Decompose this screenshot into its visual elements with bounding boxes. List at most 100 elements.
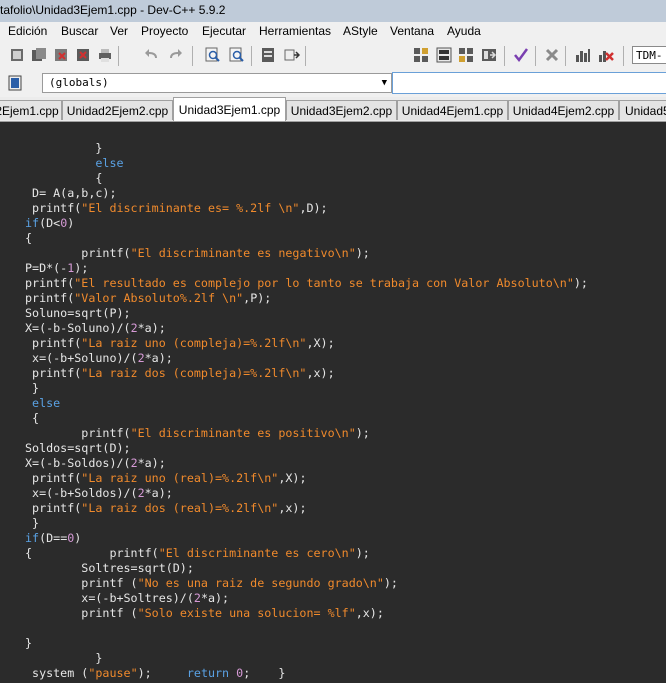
code-token: printf( xyxy=(25,201,82,215)
print-icon[interactable] xyxy=(96,46,114,64)
syntax-check-icon[interactable] xyxy=(512,46,530,64)
code-token: 2 xyxy=(137,486,145,500)
code-token: ,X); xyxy=(306,336,335,350)
code-token: ,X); xyxy=(278,471,307,485)
code-token: "El discriminante es= %.2lf \n" xyxy=(81,201,300,215)
code-token: *a); xyxy=(200,591,230,605)
undo-icon[interactable] xyxy=(143,46,161,64)
code-token: ) xyxy=(74,531,82,545)
menu-ayuda[interactable]: Ayuda xyxy=(447,24,481,38)
scope-dropdown[interactable]: (globals) ▼ xyxy=(42,73,392,93)
code-token: printf( xyxy=(25,426,131,440)
code-token: ); xyxy=(74,261,89,275)
code-line: printf("La raiz dos (compleja)=%.2lf\n",… xyxy=(25,366,335,381)
tab-file[interactable]: Unidad3Ejem2.cpp xyxy=(286,100,397,120)
code-token: printf( xyxy=(25,471,82,485)
code-line: else xyxy=(25,396,60,411)
compile-icon[interactable] xyxy=(412,46,430,64)
code-token: printf( xyxy=(25,291,75,305)
menu-astyle[interactable]: AStyle xyxy=(343,24,378,38)
code-line: if(D<0) xyxy=(25,216,74,231)
code-token: system ( xyxy=(25,666,89,680)
code-token: "El resultado es complejo por lo tanto s… xyxy=(74,276,574,290)
code-token: printf( xyxy=(25,276,75,290)
menu-ventana[interactable]: Ventana xyxy=(390,24,434,38)
redo-icon[interactable] xyxy=(166,46,184,64)
tab-file[interactable]: Unidad2Ejem2.cpp xyxy=(62,100,173,120)
code-token: } xyxy=(25,381,40,395)
code-token: if xyxy=(25,531,40,545)
code-token: else xyxy=(25,396,61,410)
code-token: { printf( xyxy=(25,546,159,560)
run-icon[interactable] xyxy=(435,46,453,64)
find-icon[interactable] xyxy=(204,46,222,64)
code-token: { xyxy=(25,231,33,245)
code-token: 2 xyxy=(130,456,138,470)
code-editor[interactable]: } else { D= A(a,b,c); printf("El discrim… xyxy=(0,122,666,683)
code-line: printf("La raiz dos (real)=%.2lf\n",x); xyxy=(25,501,306,516)
clean-icon[interactable] xyxy=(543,46,561,64)
replace-icon[interactable] xyxy=(228,46,246,64)
profile-icon[interactable] xyxy=(574,46,592,64)
code-token: ,x); xyxy=(306,366,335,380)
code-token: ); xyxy=(355,426,370,440)
scope-value: (globals) xyxy=(49,76,109,89)
code-token: "pause" xyxy=(88,666,138,680)
compile-run-icon[interactable] xyxy=(457,46,475,64)
code-token: } xyxy=(25,141,103,155)
delete-profile-icon[interactable] xyxy=(597,46,615,64)
save-all-icon[interactable] xyxy=(30,46,48,64)
close-file-icon[interactable] xyxy=(52,46,70,64)
code-token: "Valor Absoluto%.2lf \n" xyxy=(74,291,244,305)
code-line: printf ("No es una raiz de segundo grado… xyxy=(25,576,398,591)
function-dropdown[interactable] xyxy=(392,72,666,94)
menu-herramientas[interactable]: Herramientas xyxy=(259,24,331,38)
class-toolbar: (globals) ▼ xyxy=(0,70,666,97)
class-browser-icon[interactable] xyxy=(6,74,24,92)
code-token: *a); xyxy=(137,321,166,335)
menu-buscar[interactable]: Buscar xyxy=(61,24,98,38)
code-token: (D< xyxy=(39,216,61,230)
code-line: printf("La raiz uno (compleja)=%.2lf\n",… xyxy=(25,336,335,351)
tab-file[interactable]: Unidad5 xyxy=(619,100,666,120)
rebuild-all-icon[interactable] xyxy=(480,46,498,64)
code-line: printf("Valor Absoluto%.2lf \n",P); xyxy=(25,291,271,306)
code-token: x=(-b+Soluno)/( xyxy=(25,351,138,365)
menu-proyecto[interactable]: Proyecto xyxy=(141,24,188,38)
code-token: ); xyxy=(137,666,187,680)
code-token: 2 xyxy=(130,321,138,335)
compiler-select[interactable]: TDM- xyxy=(632,46,666,64)
menu-ejecutar[interactable]: Ejecutar xyxy=(202,24,246,38)
tab-file-active[interactable]: Unidad3Ejem1.cpp xyxy=(173,97,286,121)
code-token: "La raiz dos (compleja)=%.2lf\n" xyxy=(81,366,307,380)
code-line: X=(-b-Soldos)/(2*a); xyxy=(25,456,166,471)
menu-ver[interactable]: Ver xyxy=(110,24,128,38)
code-token: "La raiz uno (compleja)=%.2lf\n" xyxy=(81,336,307,350)
code-line: printf("El discriminante es positivo\n")… xyxy=(25,426,370,441)
code-token: printf( xyxy=(25,336,82,350)
code-token: printf ( xyxy=(25,606,138,620)
code-token: x=(-b+Soltres)/( xyxy=(25,591,194,605)
goto-function-icon[interactable] xyxy=(283,46,301,64)
code-line: { printf("El discriminante es cero\n"); xyxy=(25,546,370,561)
code-token: Soltres=sqrt(D); xyxy=(25,561,194,575)
code-token: ,D); xyxy=(299,201,328,215)
tab-file[interactable]: 2Ejem1.cpp xyxy=(0,100,62,120)
code-line: x=(-b+Soltres)/(2*a); xyxy=(25,591,229,606)
menu-edicion[interactable]: Edición xyxy=(8,24,47,38)
code-line: X=(-b-Soluno)/(2*a); xyxy=(25,321,166,336)
code-token: "El discriminante es cero\n" xyxy=(158,546,356,560)
code-token: "No es una raiz de segundo grado\n" xyxy=(137,576,384,590)
code-token: return xyxy=(186,666,230,680)
tab-file[interactable]: Unidad4Ejem1.cpp xyxy=(397,100,508,120)
code-line: if(D==0) xyxy=(25,531,81,546)
code-token: X=(-b-Soluno)/( xyxy=(25,321,131,335)
code-token: } xyxy=(25,516,40,530)
close-all-icon[interactable] xyxy=(74,46,92,64)
code-token: ; } xyxy=(243,666,286,680)
goto-line-icon[interactable] xyxy=(259,46,277,64)
tab-file[interactable]: Unidad4Ejem2.cpp xyxy=(508,100,619,120)
new-file-icon[interactable] xyxy=(8,46,26,64)
code-token: P=D*(- xyxy=(25,261,68,275)
code-token: { xyxy=(25,171,103,185)
